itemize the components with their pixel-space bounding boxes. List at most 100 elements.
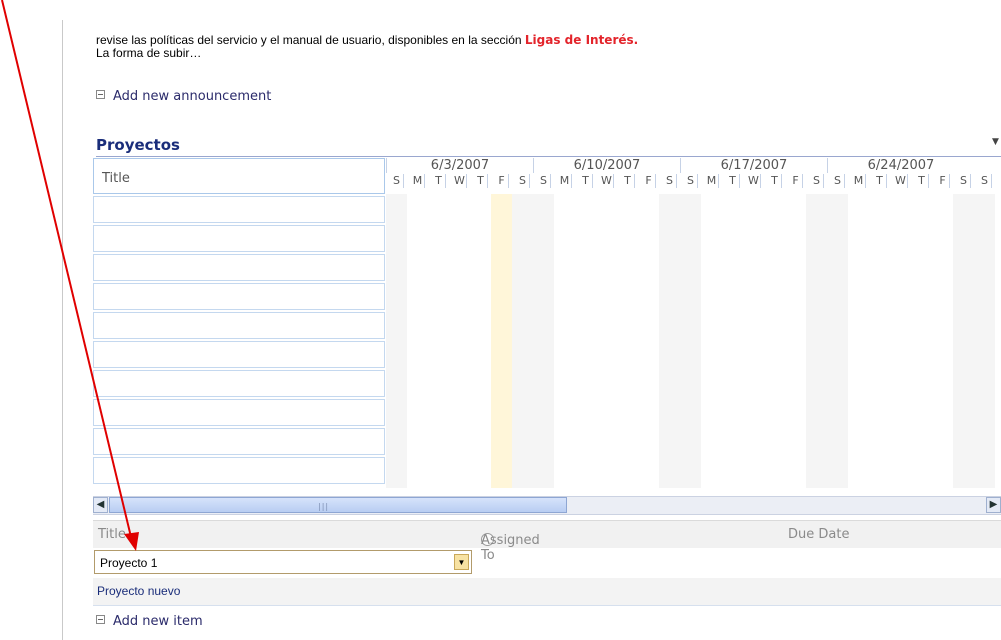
- add-new-item-link[interactable]: Add new item: [96, 614, 203, 629]
- day-column: [575, 194, 596, 488]
- day-letter: T: [768, 174, 782, 188]
- announcement-truncated-text: La forma de subir…: [96, 46, 202, 60]
- day-letter: W: [747, 174, 761, 188]
- day-letter: S: [978, 174, 992, 188]
- day-letter: T: [621, 174, 635, 188]
- day-letter: F: [642, 174, 656, 188]
- left-border-line: [62, 20, 63, 640]
- list-header-row: Title Assigned To Due Date: [93, 520, 1001, 563]
- day-column: [449, 194, 470, 488]
- day-column: [848, 194, 869, 488]
- gantt-row[interactable]: [93, 312, 385, 339]
- day-column: [806, 194, 827, 488]
- day-column: [407, 194, 428, 488]
- day-letter: S: [957, 174, 971, 188]
- gantt-title-column: Title: [93, 158, 385, 484]
- day-column: [554, 194, 575, 488]
- day-column: [932, 194, 953, 488]
- proyecto-nuevo-label: Proyecto nuevo: [97, 584, 181, 598]
- day-column: [428, 194, 449, 488]
- day-column: [491, 194, 512, 488]
- add-square-icon: [96, 615, 105, 624]
- dropdown-arrow-icon[interactable]: ▼: [992, 137, 999, 147]
- day-letter: T: [579, 174, 593, 188]
- day-column: [890, 194, 911, 488]
- gantt-row[interactable]: [93, 254, 385, 281]
- add-square-icon: [96, 90, 105, 99]
- day-letter: F: [495, 174, 509, 188]
- list-item[interactable]: Proyecto nuevo: [93, 578, 1001, 606]
- day-column: [743, 194, 764, 488]
- gantt-row[interactable]: [93, 370, 385, 397]
- chevron-down-icon[interactable]: ▼: [454, 554, 469, 570]
- gantt-row[interactable]: [93, 428, 385, 455]
- scrollbar-grip-icon: |||: [318, 502, 330, 511]
- title-column-header[interactable]: Title: [98, 527, 126, 542]
- day-column: [785, 194, 806, 488]
- gantt-row[interactable]: [93, 341, 385, 368]
- day-column: [512, 194, 533, 488]
- day-column: [470, 194, 491, 488]
- day-column: [659, 194, 680, 488]
- scroll-right-icon[interactable]: ▶: [986, 497, 1001, 513]
- day-column: [764, 194, 785, 488]
- day-column: [680, 194, 701, 488]
- day-letter: W: [894, 174, 908, 188]
- gantt-title-header[interactable]: Title: [93, 158, 385, 194]
- day-column: [827, 194, 848, 488]
- horizontal-scrollbar[interactable]: ◀ ||| ▶: [93, 496, 1001, 515]
- title-underline: [96, 156, 1001, 157]
- day-column: [533, 194, 554, 488]
- ligas-de-interes-link[interactable]: Ligas de Interés.: [525, 33, 638, 47]
- day-letter: T: [432, 174, 446, 188]
- day-letter: M: [705, 174, 719, 188]
- day-column: [722, 194, 743, 488]
- project-select-value: Proyecto 1: [100, 556, 158, 570]
- day-column: [596, 194, 617, 488]
- day-column: [701, 194, 722, 488]
- day-letter: F: [789, 174, 803, 188]
- day-letter: S: [390, 174, 404, 188]
- day-letter: M: [558, 174, 572, 188]
- day-letter: S: [663, 174, 677, 188]
- day-letter: W: [600, 174, 614, 188]
- day-letter: S: [810, 174, 824, 188]
- gantt-calendar: S M T W T F S S M T W T F S S M T W T F S S M T W T F S S 6/3/2007 6/1…: [386, 158, 1001, 488]
- day-letter: F: [936, 174, 950, 188]
- week-header: 6/17/2007: [680, 158, 827, 173]
- day-letter: M: [411, 174, 425, 188]
- week-header: 6/10/2007: [533, 158, 680, 173]
- add-new-announcement-link[interactable]: Add new announcement: [96, 89, 271, 104]
- day-column: [953, 194, 974, 488]
- day-column: [617, 194, 638, 488]
- day-letter: T: [873, 174, 887, 188]
- day-column: [911, 194, 932, 488]
- add-new-item-label: Add new item: [113, 614, 203, 629]
- due-date-column-header[interactable]: Due Date: [788, 527, 849, 542]
- day-column: [974, 194, 995, 488]
- gantt-row[interactable]: [93, 283, 385, 310]
- day-letter: T: [726, 174, 740, 188]
- announcement-text: revise las políticas del servicio y el m…: [96, 33, 525, 47]
- day-letter: T: [474, 174, 488, 188]
- day-column: [386, 194, 407, 488]
- day-letter: T: [915, 174, 929, 188]
- day-column: [869, 194, 890, 488]
- day-letter: M: [852, 174, 866, 188]
- day-letter: S: [537, 174, 551, 188]
- gantt-row[interactable]: [93, 399, 385, 426]
- project-select[interactable]: Proyecto 1 ▼: [94, 550, 472, 574]
- week-header: 6/3/2007: [386, 158, 533, 173]
- scroll-left-icon[interactable]: ◀: [93, 497, 108, 513]
- week-header: 6/24/2007: [827, 158, 974, 173]
- day-letter: W: [453, 174, 467, 188]
- proyectos-title[interactable]: Proyectos: [96, 136, 180, 154]
- add-new-announcement-label: Add new announcement: [113, 89, 272, 104]
- gantt-row[interactable]: [93, 225, 385, 252]
- day-column: [638, 194, 659, 488]
- gantt-row[interactable]: [93, 457, 385, 484]
- gantt-row[interactable]: [93, 196, 385, 223]
- day-letter: S: [831, 174, 845, 188]
- day-letter: S: [684, 174, 698, 188]
- scrollbar-thumb[interactable]: |||: [109, 497, 567, 513]
